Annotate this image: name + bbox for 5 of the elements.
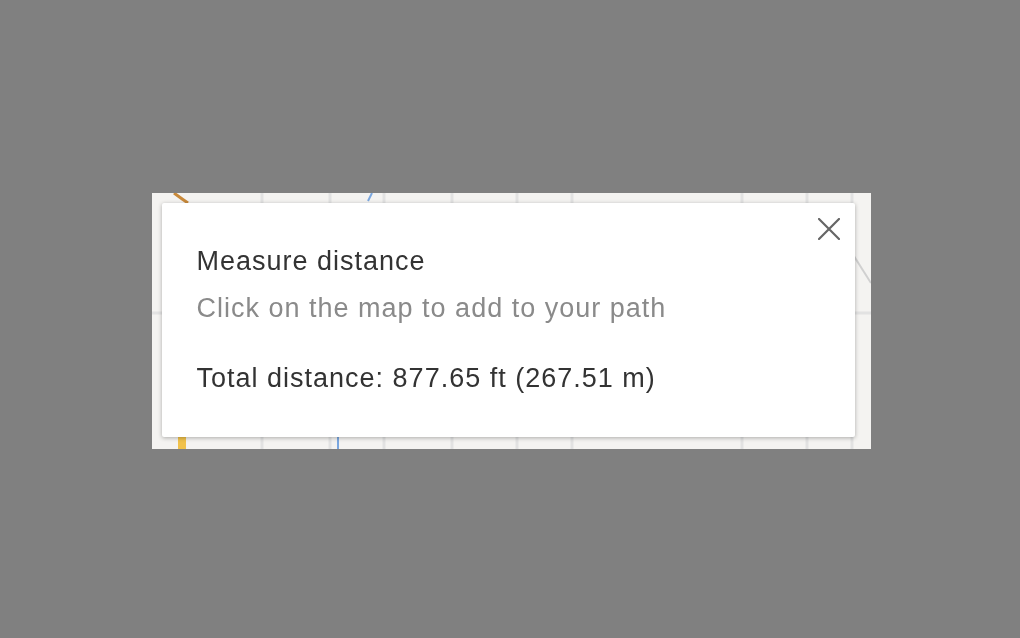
close-button[interactable]: [816, 217, 841, 241]
total-distance-text: Total distance: 877.65 ft (267.51 m): [196, 363, 656, 394]
panel-hint: Click on the map to add to your path: [196, 293, 667, 324]
panel-title: Measure distance: [196, 246, 426, 277]
close-icon: [817, 218, 840, 240]
